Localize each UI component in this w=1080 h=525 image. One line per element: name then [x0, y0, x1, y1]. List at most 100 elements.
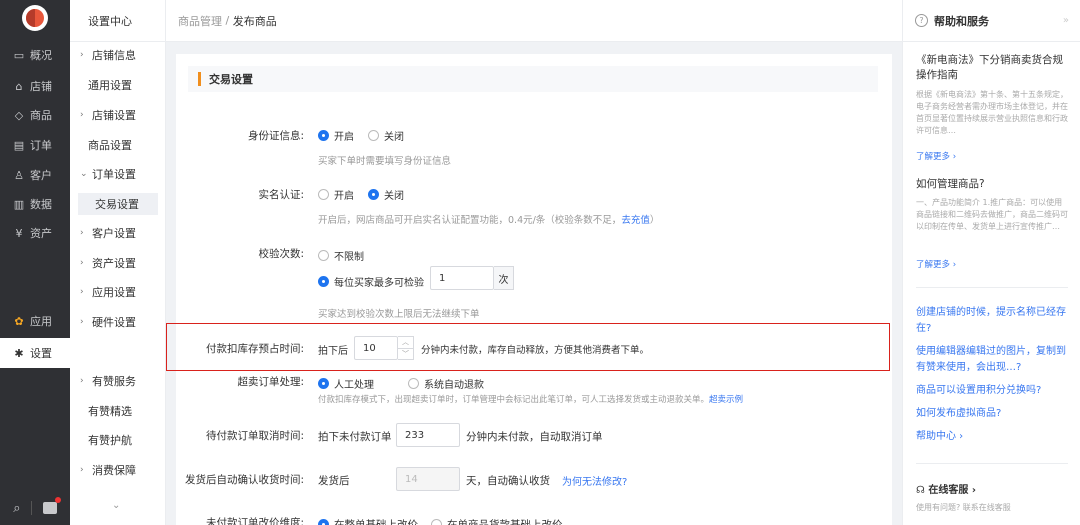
- chevron-right-icon: ›: [80, 317, 84, 327]
- submenu-scroll-chevron-icon[interactable]: ⌄: [112, 500, 120, 511]
- breadcrumb-parent[interactable]: 商品管理: [178, 13, 222, 29]
- help-faq-link[interactable]: 创建店铺的时候，提示名称已经存在?: [916, 305, 1066, 337]
- nav-apps[interactable]: ✿ 应用: [0, 306, 70, 336]
- verify-count-input[interactable]: 1: [430, 266, 494, 290]
- breadcrumb: 商品管理 / 发布商品: [166, 0, 902, 42]
- realname-off-radio[interactable]: 关闭: [368, 187, 404, 202]
- user-icon: ♙: [14, 168, 24, 182]
- submenu-item-youzan-select[interactable]: 有赞精选: [70, 400, 166, 422]
- oversell-hint: 付款扣库存模式下，出现超卖订单时，订单管理中会标记出此笔订单，可人工选择发货或主…: [318, 393, 743, 405]
- help-article-title[interactable]: 如何管理商品?: [916, 177, 1066, 192]
- chevron-right-icon: ›: [80, 258, 84, 268]
- message-icon[interactable]: [42, 497, 61, 514]
- help-faq-link[interactable]: 商品可以设置用积分兑换吗?: [916, 383, 1066, 399]
- nav-store-label: 店铺: [30, 80, 52, 93]
- nav-settings[interactable]: ✱ 设置: [0, 338, 70, 368]
- trade-settings-panel: 交易设置 身份证信息: 开启 关闭 买家下单时需要填写身份证信息 实名认证: 开…: [176, 54, 892, 525]
- radio-unchecked: [431, 519, 442, 525]
- search-icon[interactable]: ⌕: [13, 501, 20, 516]
- oversell-manual-radio[interactable]: 人工处理: [318, 374, 374, 393]
- help-divider: [916, 287, 1068, 288]
- chevron-right-icon: ›: [80, 287, 84, 297]
- submenu-item-youzan-guard[interactable]: 有赞护航: [70, 429, 166, 451]
- submenu-group-hardware[interactable]: › 硬件设置: [70, 311, 166, 333]
- submenu-group-youzan-service[interactable]: › 有赞服务: [70, 370, 166, 392]
- realname-on-radio[interactable]: 开启: [318, 187, 354, 202]
- help-article-desc: 一、产品功能简介 1.推广商品：可以使用商品链接和二维码去做推广，商品二维码可以…: [916, 198, 1068, 231]
- radio-unchecked: [368, 130, 379, 141]
- help-article-title[interactable]: 《新电商法》下分销商卖货合规操作指南: [916, 53, 1066, 83]
- nav-orders[interactable]: ▤ 订单: [0, 130, 70, 160]
- verify-count-label: 校验次数:: [258, 248, 304, 260]
- price-change-item-radio[interactable]: 在单商品货款基础上改价: [431, 515, 563, 525]
- radio-unchecked: [408, 378, 419, 389]
- submenu-group-apps[interactable]: › 应用设置: [70, 281, 166, 303]
- section-accent-bar: [198, 72, 201, 86]
- nav-data[interactable]: ▥ 数据: [0, 189, 70, 219]
- store-logo[interactable]: [22, 5, 48, 31]
- nav-goods[interactable]: ◇ 商品: [0, 100, 70, 130]
- learn-more-link[interactable]: 了解更多 ›: [916, 258, 956, 270]
- radio-label: 不限制: [334, 252, 364, 263]
- submenu-item-general[interactable]: 通用设置: [70, 74, 166, 96]
- id-info-radio-group: 开启 关闭: [318, 128, 404, 143]
- submenu-item-trade[interactable]: 交易设置: [78, 193, 158, 215]
- submenu-group-store-settings[interactable]: › 店铺设置: [70, 104, 166, 126]
- submenu-label: 有赞服务: [92, 375, 136, 388]
- oversell-auto-radio[interactable]: 系统自动退款: [408, 374, 484, 393]
- section-title: 交易设置: [209, 73, 253, 86]
- collapse-icon[interactable]: »: [1063, 15, 1069, 26]
- chevron-down-icon: ⌄: [80, 169, 88, 179]
- submenu-group-order-settings[interactable]: ⌄ 订单设置: [70, 163, 166, 185]
- id-info-on-radio[interactable]: 开启: [318, 128, 354, 143]
- radio-label: 在单商品货款基础上改价: [447, 519, 563, 525]
- submenu-group-store-info[interactable]: › 店铺信息: [70, 44, 166, 66]
- highlight-box: [166, 323, 890, 371]
- rail-divider: [31, 501, 33, 515]
- auto-confirm-prefix: 发货后: [318, 475, 350, 487]
- asset-icon: ¥: [15, 226, 23, 240]
- nav-overview[interactable]: ▭ 概况: [0, 40, 70, 70]
- settings-submenu: 设置中心 › 店铺信息 通用设置 › 店铺设置 商品设置 ⌄ 订单设置 交易设置 › 客…: [70, 0, 166, 525]
- apps-icon: ✿: [14, 314, 24, 328]
- help-faq-link[interactable]: 使用编辑器编辑过的图片，复制到有赞来使用，会出现…?: [916, 344, 1066, 376]
- recharge-link[interactable]: 去充值: [621, 215, 650, 226]
- rail-footer: ⌕: [0, 491, 70, 525]
- submenu-group-assets[interactable]: › 资产设置: [70, 252, 166, 274]
- nav-customers[interactable]: ♙ 客户: [0, 160, 70, 190]
- verify-unlimited-radio[interactable]: 不限制: [318, 246, 364, 265]
- cancel-label: 待付款订单取消时间:: [205, 430, 304, 442]
- radio-label: 每位买家最多可检验: [334, 278, 424, 289]
- chevron-right-icon: ›: [80, 465, 84, 475]
- help-divider: [916, 463, 1068, 464]
- learn-more-link[interactable]: 了解更多 ›: [916, 150, 956, 162]
- submenu-item-goods[interactable]: 商品设置: [70, 134, 166, 156]
- radio-label: 人工处理: [334, 380, 374, 391]
- submenu-group-customer[interactable]: › 客户设置: [70, 222, 166, 244]
- submenu-group-consumer-protect[interactable]: › 消费保障: [70, 459, 166, 481]
- why-cannot-modify-link[interactable]: 为何无法修改?: [562, 473, 627, 488]
- submenu-label: 应用设置: [92, 286, 136, 299]
- price-change-whole-radio[interactable]: 在整单基础上改价: [318, 515, 418, 525]
- chevron-right-icon: ›: [80, 110, 84, 120]
- monitor-icon: ▭: [13, 48, 25, 62]
- help-title: 帮助和服务: [934, 14, 989, 28]
- submenu-label: 硬件设置: [92, 316, 136, 329]
- online-service-link[interactable]: ☊ 在线客服 ›: [916, 481, 976, 496]
- id-info-off-radio[interactable]: 关闭: [368, 128, 404, 143]
- oversell-example-link[interactable]: 超卖示例: [709, 395, 743, 405]
- auto-confirm-suffix: 天，自动确认收货: [466, 475, 550, 487]
- submenu-label: 店铺设置: [92, 109, 136, 122]
- verify-limit-radio[interactable]: 每位买家最多可检验: [318, 272, 424, 291]
- id-info-hint: 买家下单时需要填写身份证信息: [318, 156, 452, 167]
- help-faq-link[interactable]: 如何发布虚拟商品?: [916, 406, 1066, 422]
- nav-store[interactable]: ⌂ 店铺: [0, 71, 70, 101]
- nav-assets[interactable]: ¥ 资产: [0, 218, 70, 248]
- id-info-label: 身份证信息:: [247, 130, 304, 142]
- cancel-minutes-input[interactable]: 233: [396, 423, 460, 447]
- breadcrumb-separator: /: [222, 14, 233, 27]
- chart-icon: ▥: [13, 197, 25, 211]
- help-question-icon: ?: [915, 14, 928, 27]
- verify-count-hint: 买家达到校验次数上限后无法继续下单: [318, 309, 480, 320]
- help-center-link[interactable]: 帮助中心 ›: [916, 429, 1066, 445]
